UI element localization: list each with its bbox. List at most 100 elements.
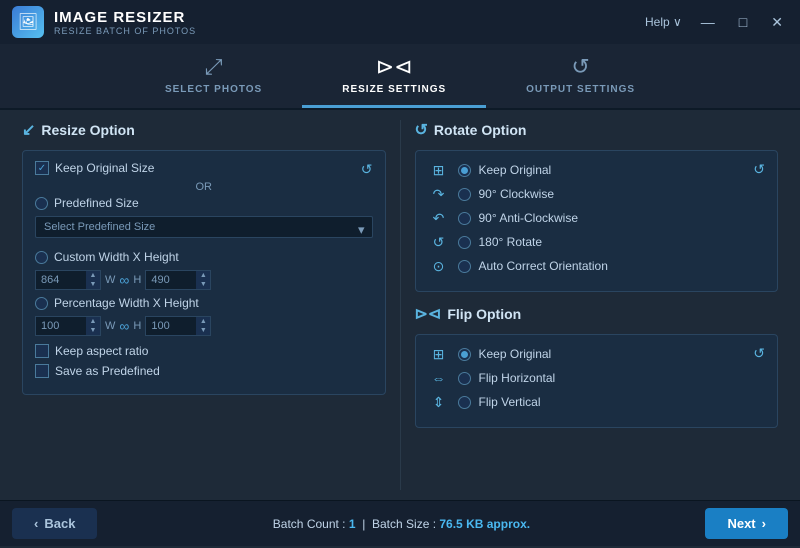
back-button[interactable]: ‹ Back (12, 508, 97, 539)
predefined-size-label: Predefined Size (54, 196, 139, 210)
resize-box: ↺ Keep Original Size OR Predefined Size … (22, 150, 386, 395)
rotate-auto-radio[interactable] (458, 260, 471, 273)
percent-width-input[interactable] (36, 317, 86, 335)
custom-w-label: W (105, 274, 115, 286)
restore-button[interactable]: □ (734, 12, 752, 32)
percent-width-down[interactable]: ▼ (86, 326, 100, 335)
rotate-180-radio[interactable] (458, 236, 471, 249)
app-subtitle: RESIZE BATCH OF PHOTOS (54, 26, 196, 36)
rotate-cw90-label: 90° Clockwise (479, 187, 555, 201)
next-label: Next (727, 516, 755, 531)
app-icon: 🖼 (12, 6, 44, 38)
tab-select-photos[interactable]: ⤢ SELECT PHOTOS (125, 44, 302, 108)
flip-keep-original-label: Keep Original (479, 347, 552, 361)
percent-size-row: Percentage Width X Height (35, 296, 373, 310)
app-title-block: IMAGE RESIZER RESIZE BATCH OF PHOTOS (54, 9, 196, 36)
tab-resize-settings[interactable]: ⊳⊲ RESIZE SETTINGS (302, 44, 486, 108)
percent-height-input[interactable] (146, 317, 196, 335)
app-title: IMAGE RESIZER (54, 9, 196, 26)
percent-infinity: ∞ (119, 318, 129, 334)
rotate-cw90-icon: ↷ (428, 185, 450, 203)
custom-h-label: H (133, 274, 141, 286)
tab-output-settings[interactable]: ↺ OUTPUT SETTINGS (486, 44, 675, 108)
custom-width-input[interactable] (36, 271, 86, 289)
custom-height-spinners: ▲ ▼ (196, 271, 210, 289)
keep-aspect-label: Keep aspect ratio (55, 344, 148, 358)
custom-width-spinners: ▲ ▼ (86, 271, 100, 289)
percent-height-spinners: ▲ ▼ (196, 317, 210, 335)
percent-width-spinners: ▲ ▼ (86, 317, 100, 335)
flip-section: ⊳⊲ Flip Option ↺ ⊞ Keep Original ⇔ Flip … (415, 304, 779, 428)
output-settings-label: OUTPUT SETTINGS (526, 84, 635, 95)
custom-height-up[interactable]: ▲ (196, 271, 210, 280)
rotate-cw90-row: ↷ 90° Clockwise (428, 185, 766, 203)
bottom-checks: Keep aspect ratio Save as Predefined (35, 344, 373, 378)
predefined-size-radio[interactable] (35, 197, 48, 210)
rotate-auto-row: ⊙ Auto Correct Orientation (428, 257, 766, 275)
flip-reset-button[interactable]: ↺ (753, 345, 765, 362)
percent-width-up[interactable]: ▲ (86, 317, 100, 326)
select-photos-icon: ⤢ (205, 54, 223, 80)
close-button[interactable]: ✕ (766, 12, 788, 33)
percent-width-wrap: ▲ ▼ (35, 316, 101, 336)
rotate-box: ↺ ⊞ Keep Original ↷ 90° Clockwise ↶ 90° … (415, 150, 779, 292)
custom-width-down[interactable]: ▼ (86, 280, 100, 289)
percent-size-inputs: ▲ ▼ W ∞ H ▲ ▼ (35, 316, 373, 336)
resize-settings-icon: ⊳⊲ (376, 54, 413, 80)
percent-size-radio[interactable] (35, 297, 48, 310)
flip-keep-original-radio[interactable] (458, 348, 471, 361)
back-label: Back (44, 516, 75, 531)
resize-title-text: Resize Option (41, 122, 134, 138)
resize-reset-button[interactable]: ↺ (361, 161, 373, 178)
custom-size-radio[interactable] (35, 251, 48, 264)
custom-infinity: ∞ (119, 272, 129, 288)
output-settings-icon: ↺ (571, 54, 589, 80)
batch-size-label: Batch Size : (372, 517, 436, 531)
keep-aspect-checkbox[interactable] (35, 344, 49, 358)
rotate-cw90-radio[interactable] (458, 188, 471, 201)
back-chevron-icon: ‹ (34, 516, 38, 531)
custom-height-wrap: ▲ ▼ (145, 270, 211, 290)
flip-vertical-radio[interactable] (458, 396, 471, 409)
percent-size-label: Percentage Width X Height (54, 296, 199, 310)
minimize-button[interactable]: — (696, 12, 720, 32)
custom-width-up[interactable]: ▲ (86, 271, 100, 280)
save-predefined-checkbox[interactable] (35, 364, 49, 378)
or-text: OR (35, 181, 373, 193)
predefined-size-select[interactable]: Select Predefined Size (35, 216, 373, 238)
next-button[interactable]: Next › (705, 508, 788, 539)
flip-horizontal-label: Flip Horizontal (479, 371, 556, 385)
next-chevron-icon: › (762, 516, 766, 531)
flip-keep-icon: ⊞ (428, 345, 450, 363)
rotate-auto-label: Auto Correct Orientation (479, 259, 608, 273)
resize-section-title: ↙ Resize Option (22, 120, 386, 140)
resize-title-icon: ↙ (22, 120, 35, 140)
flip-horizontal-radio[interactable] (458, 372, 471, 385)
batch-count-label: Batch Count : (273, 517, 346, 531)
custom-height-down[interactable]: ▼ (196, 280, 210, 289)
rotate-auto-icon: ⊙ (428, 257, 450, 275)
nav-tabs: ⤢ SELECT PHOTOS ⊳⊲ RESIZE SETTINGS ↺ OUT… (0, 44, 800, 110)
save-predefined-row: Save as Predefined (35, 364, 373, 378)
flip-section-title: ⊳⊲ Flip Option (415, 304, 779, 324)
title-bar: 🖼 IMAGE RESIZER RESIZE BATCH OF PHOTOS H… (0, 0, 800, 44)
rotate-keep-original-radio[interactable] (458, 164, 471, 177)
flip-horizontal-row: ⇔ Flip Horizontal (428, 369, 766, 387)
rotate-acw90-icon: ↶ (428, 209, 450, 227)
help-button[interactable]: Help ∨ (645, 15, 682, 29)
rotate-180-icon: ↺ (428, 233, 450, 251)
keep-original-checkbox[interactable] (35, 161, 49, 175)
flip-title-text: Flip Option (447, 306, 521, 322)
app-icon-glyph: 🖼 (18, 12, 38, 32)
rotate-180-label: 180° Rotate (479, 235, 543, 249)
rotate-reset-button[interactable]: ↺ (753, 161, 765, 178)
flip-vertical-row: ⇕ Flip Vertical (428, 393, 766, 411)
percent-height-down[interactable]: ▼ (196, 326, 210, 335)
custom-height-input[interactable] (146, 271, 196, 289)
custom-size-label: Custom Width X Height (54, 250, 179, 264)
custom-width-wrap: ▲ ▼ (35, 270, 101, 290)
resize-option-panel: ↙ Resize Option ↺ Keep Original Size OR … (14, 120, 401, 490)
status-bar: ‹ Back Batch Count : 1 | Batch Size : 76… (0, 500, 800, 546)
percent-height-up[interactable]: ▲ (196, 317, 210, 326)
rotate-acw90-radio[interactable] (458, 212, 471, 225)
